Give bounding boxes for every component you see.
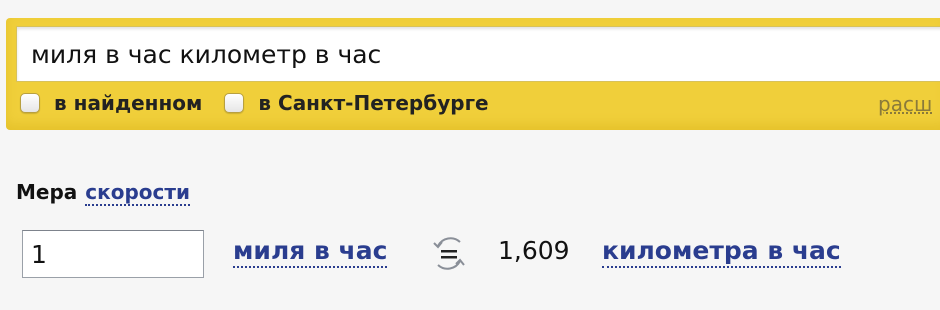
advanced-search-link[interactable]: расш (878, 92, 932, 116)
page: в найденном в Санкт-Петербурге расш Мера… (0, 0, 940, 310)
measure-heading: Мера скорости (16, 180, 190, 206)
search-input[interactable] (16, 26, 940, 82)
checkbox-icon[interactable] (224, 93, 245, 113)
filter-label: в найденном (54, 91, 203, 115)
swap-equals-icon[interactable] (428, 232, 470, 274)
search-filters: в найденном в Санкт-Петербурге (20, 88, 511, 118)
filter-region[interactable]: в Санкт-Петербурге (224, 91, 489, 115)
value-input[interactable] (22, 230, 204, 278)
measure-label: Мера (16, 180, 78, 204)
to-unit-select[interactable]: километра в час (602, 236, 841, 268)
measure-type-link[interactable]: скорости (85, 180, 190, 206)
conversion-result: 1,609 (498, 236, 570, 265)
checkbox-icon[interactable] (20, 93, 40, 113)
filter-in-found[interactable]: в найденном (20, 91, 202, 115)
from-unit-select[interactable]: миля в час (233, 236, 388, 268)
search-header: в найденном в Санкт-Петербурге расш (6, 18, 940, 130)
filter-label: в Санкт-Петербурге (258, 91, 489, 115)
